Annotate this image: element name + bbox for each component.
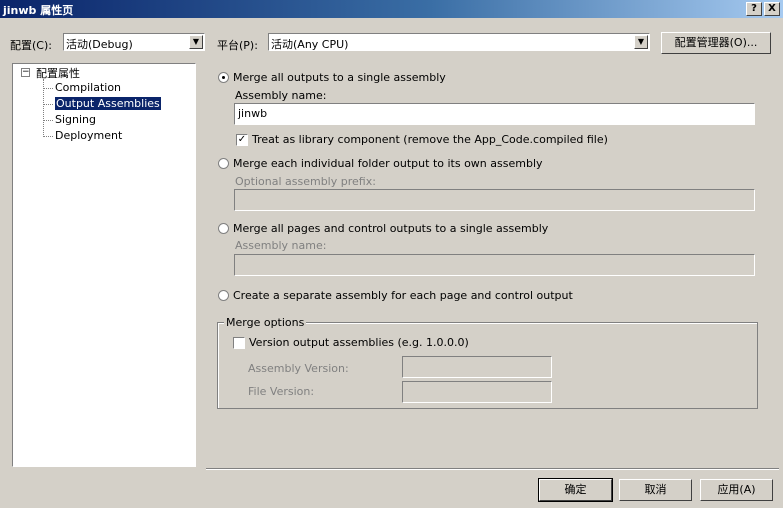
merge-options-group: Merge options Version output assemblies … bbox=[217, 316, 758, 409]
cancel-button[interactable]: 取消 bbox=[619, 479, 692, 501]
assembly-version-label: Assembly Version: bbox=[248, 362, 349, 375]
platform-dropdown[interactable]: 活动(Any CPU) ▼ bbox=[268, 33, 650, 51]
property-tree[interactable]: − 配置属性 Compilation Output Assemblies Sig… bbox=[12, 63, 196, 467]
assembly-prefix-label: Optional assembly prefix: bbox=[235, 175, 376, 188]
merge-each-radio[interactable] bbox=[218, 158, 229, 169]
window-title: jinwb 属性页 bbox=[3, 4, 74, 17]
chevron-down-icon[interactable]: ▼ bbox=[634, 35, 648, 49]
apply-button[interactable]: 应用(A) bbox=[700, 479, 773, 501]
assembly-name-label: Assembly name: bbox=[235, 89, 327, 102]
tree-connector bbox=[43, 136, 53, 137]
platform-value: 活动(Any CPU) bbox=[271, 38, 349, 51]
treat-library-label[interactable]: Treat as library component (remove the A… bbox=[252, 133, 608, 146]
version-checkbox[interactable] bbox=[233, 337, 245, 349]
merge-all-label[interactable]: Merge all outputs to a single assembly bbox=[233, 71, 446, 84]
title-bar: jinwb 属性页 ? X bbox=[0, 0, 783, 18]
tree-connector bbox=[43, 104, 53, 105]
chevron-down-icon[interactable]: ▼ bbox=[189, 35, 203, 49]
close-button[interactable]: X bbox=[764, 2, 780, 16]
tree-connector bbox=[43, 88, 53, 89]
merge-options-legend: Merge options bbox=[224, 316, 307, 329]
pages-assembly-name-label: Assembly name: bbox=[235, 239, 327, 252]
tree-connector bbox=[43, 120, 53, 121]
merge-all-radio[interactable] bbox=[218, 72, 229, 83]
help-button[interactable]: ? bbox=[746, 2, 762, 16]
config-value: 活动(Debug) bbox=[66, 38, 133, 51]
config-manager-button[interactable]: 配置管理器(O)... bbox=[661, 32, 771, 54]
footer-separator bbox=[206, 468, 779, 470]
treat-library-checkbox[interactable]: ✓ bbox=[236, 134, 248, 146]
merge-pages-label[interactable]: Merge all pages and control outputs to a… bbox=[233, 222, 548, 235]
separate-label[interactable]: Create a separate assembly for each page… bbox=[233, 289, 573, 302]
platform-label: 平台(P): bbox=[217, 39, 258, 52]
tree-item-deployment[interactable]: Deployment bbox=[55, 129, 122, 142]
assembly-prefix-input[interactable] bbox=[234, 189, 755, 211]
pages-assembly-name-input[interactable] bbox=[234, 254, 755, 276]
merge-pages-radio[interactable] bbox=[218, 223, 229, 234]
collapse-icon[interactable]: − bbox=[21, 68, 30, 77]
config-dropdown[interactable]: 活动(Debug) ▼ bbox=[63, 33, 205, 51]
config-label: 配置(C): bbox=[10, 39, 52, 52]
merge-each-label[interactable]: Merge each individual folder output to i… bbox=[233, 157, 543, 170]
tree-item-compilation[interactable]: Compilation bbox=[55, 81, 121, 94]
version-label[interactable]: Version output assemblies (e.g. 1.0.0.0) bbox=[249, 336, 469, 349]
separate-radio[interactable] bbox=[218, 290, 229, 301]
assembly-name-input[interactable]: jinwb bbox=[234, 103, 755, 125]
tree-item-signing[interactable]: Signing bbox=[55, 113, 96, 126]
assembly-version-input[interactable] bbox=[402, 356, 552, 378]
file-version-input[interactable] bbox=[402, 381, 552, 403]
file-version-label: File Version: bbox=[248, 385, 315, 398]
tree-item-output-assemblies[interactable]: Output Assemblies bbox=[55, 97, 161, 110]
ok-button[interactable]: 确定 bbox=[538, 478, 613, 502]
